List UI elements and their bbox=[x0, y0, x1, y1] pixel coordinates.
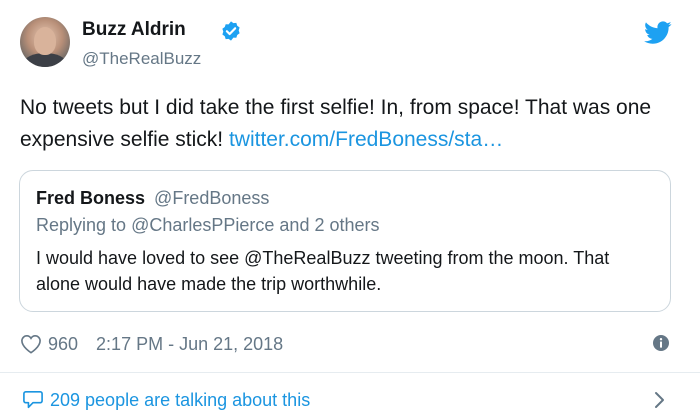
reply-prefix: Replying to bbox=[36, 215, 127, 235]
conversation-link[interactable]: 209 people are talking about this bbox=[0, 373, 700, 420]
quoted-header: Fred Boness @FredBoness bbox=[36, 187, 269, 209]
author-name[interactable]: Buzz Aldrin bbox=[82, 18, 186, 42]
author-handle[interactable]: @TheRealBuzz bbox=[82, 48, 201, 70]
tweet-text: No tweets but I did take the first selfi… bbox=[20, 92, 680, 156]
quoted-author-name: Fred Boness bbox=[36, 188, 146, 208]
avatar-shirt bbox=[24, 53, 66, 67]
avatar[interactable] bbox=[20, 17, 70, 67]
quoted-text: I would have loved to see @TheRealBuzz t… bbox=[36, 248, 610, 294]
info-icon[interactable] bbox=[652, 334, 670, 352]
like-count[interactable]: 960 bbox=[48, 334, 78, 355]
speech-bubble-icon bbox=[23, 391, 43, 409]
reply-mention: @CharlesPPierce bbox=[131, 215, 275, 235]
avatar-face bbox=[34, 27, 56, 55]
embedded-tweet: Buzz Aldrin @TheRealBuzz No tweets but I… bbox=[0, 0, 700, 420]
talking-count[interactable]: 209 people are talking about this bbox=[50, 388, 310, 412]
chevron-right-icon[interactable] bbox=[652, 390, 666, 410]
quoted-tweet[interactable]: Fred Boness @FredBoness Replying to @Cha… bbox=[19, 170, 671, 312]
quoted-author-handle: @FredBoness bbox=[154, 188, 270, 208]
twitter-bird-icon[interactable] bbox=[644, 21, 672, 45]
tweet-link[interactable]: twitter.com/FredBoness/sta… bbox=[229, 128, 503, 151]
reply-suffix: and 2 others bbox=[279, 215, 380, 235]
heart-icon[interactable] bbox=[20, 334, 42, 354]
verified-badge-icon bbox=[222, 21, 240, 41]
quoted-reply-context: Replying to @CharlesPPierce and 2 others bbox=[36, 214, 380, 236]
timestamp[interactable]: 2:17 PM - Jun 21, 2018 bbox=[96, 334, 283, 355]
tweet-meta: 960 2:17 PM - Jun 21, 2018 bbox=[20, 332, 283, 356]
